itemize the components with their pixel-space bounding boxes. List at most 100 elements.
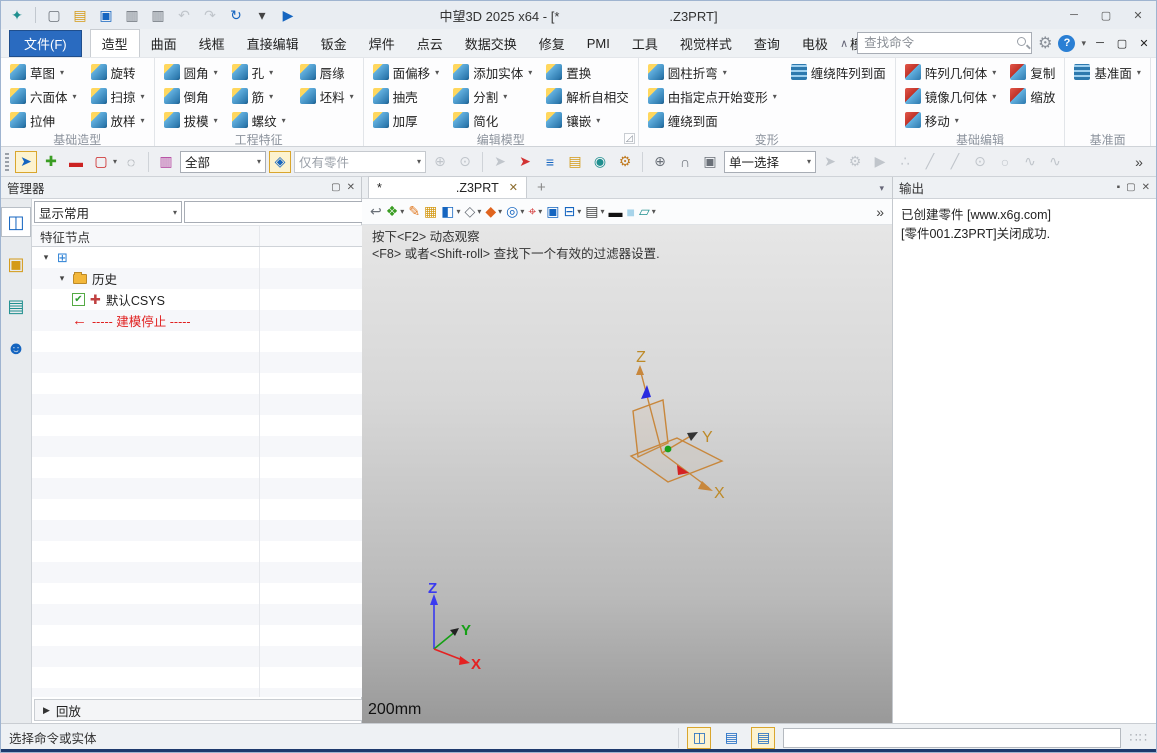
- pick-arrow-icon[interactable]: ➤: [15, 151, 37, 173]
- pick-target-icon[interactable]: ◈: [269, 151, 291, 173]
- ribbon-button[interactable]: 镜像几何体▾: [903, 84, 999, 108]
- manager-panel-toggle-icon[interactable]: ◫: [687, 727, 711, 749]
- doc-close-icon[interactable]: ✕: [1136, 37, 1152, 50]
- undo-icon[interactable]: ↶: [174, 5, 194, 25]
- globe-icon[interactable]: ◉: [589, 151, 611, 173]
- menu-tab-6[interactable]: 点云: [406, 29, 454, 57]
- user-tab-icon[interactable]: ☻: [1, 333, 31, 363]
- ribbon-button[interactable]: 缠绕到面: [646, 108, 779, 132]
- zoom-window-icon[interactable]: ◎: [506, 202, 518, 222]
- file-menu-button[interactable]: 文件(F): [9, 30, 82, 57]
- circle-icon[interactable]: ○: [994, 151, 1016, 173]
- curve-icon[interactable]: ∩: [674, 151, 696, 173]
- display-mode-icon[interactable]: ▤: [585, 202, 598, 222]
- doc-minimize-icon[interactable]: ─: [1092, 37, 1108, 49]
- ribbon-button[interactable]: 复制: [1008, 60, 1057, 84]
- ribbon-button[interactable]: 抽壳: [371, 84, 442, 108]
- regen-icon[interactable]: ↻: [226, 5, 246, 25]
- manager-close-icon[interactable]: ✕: [347, 182, 355, 193]
- ribbon-button[interactable]: 草图▾: [8, 60, 79, 84]
- origin-drag-handle[interactable]: [665, 446, 672, 453]
- remove-pick-icon[interactable]: ▬: [65, 151, 87, 173]
- ribbon-button[interactable]: 坯料▾: [298, 84, 356, 108]
- tree-search-input[interactable]: [184, 201, 371, 223]
- qat-caret-icon[interactable]: ▾: [252, 5, 272, 25]
- restore-icon[interactable]: ▢: [1092, 5, 1120, 25]
- document-tab[interactable]: * .Z3PRT ✕: [368, 176, 527, 198]
- menu-tab-1[interactable]: 曲面: [140, 29, 188, 57]
- ribbon-button[interactable]: 加厚: [371, 108, 442, 132]
- visibility-checkbox[interactable]: ✔: [72, 293, 85, 306]
- list-icon[interactable]: ≡: [539, 151, 561, 173]
- marquee-pick-icon[interactable]: ▢: [90, 151, 112, 173]
- ribbon-button[interactable]: 拔模▾: [162, 108, 220, 132]
- tree-filter-select[interactable]: 显示常用▾: [34, 201, 182, 223]
- toolbar-grip[interactable]: [5, 153, 9, 171]
- resize-grip[interactable]: ∷∷: [1129, 730, 1148, 746]
- ribbon-button[interactable]: 唇缘: [298, 60, 356, 84]
- print-icon[interactable]: ▥: [122, 5, 142, 25]
- menu-tab-13[interactable]: 电极: [791, 29, 839, 57]
- menu-tab-9[interactable]: PMI: [576, 29, 621, 57]
- ribbon-button[interactable]: 简化: [451, 108, 534, 132]
- minimize-icon[interactable]: ─: [1060, 5, 1088, 25]
- tab-list-icon[interactable]: ▾: [879, 183, 884, 194]
- chain-a-icon[interactable]: ⊕: [429, 151, 451, 173]
- menu-tab-3[interactable]: 直接编辑: [236, 29, 310, 57]
- ribbon-button[interactable]: 添加实体▾: [451, 60, 534, 84]
- ribbon-button[interactable]: 拉伸: [8, 108, 79, 132]
- circle-dot-icon[interactable]: ⊙: [969, 151, 991, 173]
- help-icon[interactable]: ?: [1058, 35, 1075, 52]
- ghost-arrow-icon[interactable]: ➤: [819, 151, 841, 173]
- rotate-view-icon[interactable]: ⌖: [528, 202, 536, 222]
- ribbon-button[interactable]: 孔▾: [230, 60, 288, 84]
- app-logo-icon[interactable]: ✦: [7, 5, 27, 25]
- output-pin-icon[interactable]: ▪: [1117, 182, 1121, 193]
- close-icon[interactable]: ✕: [1124, 5, 1152, 25]
- status-input[interactable]: [783, 728, 1121, 748]
- z-drag-handle[interactable]: [641, 385, 651, 399]
- open-file-icon[interactable]: ▤: [70, 5, 90, 25]
- ribbon-button[interactable]: 镶嵌▾: [544, 108, 631, 132]
- pick-red-icon[interactable]: ➤: [514, 151, 536, 173]
- ribbon-button[interactable]: 面偏移▾: [371, 60, 442, 84]
- section-view-icon[interactable]: ◆: [485, 202, 496, 222]
- menu-tab-12[interactable]: 查询: [743, 29, 791, 57]
- compass-icon[interactable]: ⊕: [649, 151, 671, 173]
- dots-icon[interactable]: ∴: [894, 151, 916, 173]
- background-bar-icon[interactable]: ▬: [609, 202, 623, 222]
- tree-row[interactable]: ←----- 建模停止 -----: [32, 310, 399, 331]
- wireframe-view-icon[interactable]: ◇: [465, 202, 476, 222]
- lasso-pick-icon[interactable]: ◌: [120, 151, 142, 173]
- background-color-icon[interactable]: ■: [627, 202, 635, 222]
- tree-row[interactable]: ✔✚默认CSYS: [32, 289, 399, 310]
- chain-b-icon[interactable]: ⊙: [454, 151, 476, 173]
- restore-view-icon[interactable]: ▦: [424, 202, 437, 222]
- wave-a-icon[interactable]: ∿: [1019, 151, 1041, 173]
- ribbon-button[interactable]: 圆柱折弯▾: [646, 60, 779, 84]
- ribbon-button[interactable]: 分割▾: [451, 84, 534, 108]
- clip-plane-icon[interactable]: ⊟: [564, 202, 576, 222]
- ribbon-button[interactable]: 倒角: [162, 84, 220, 108]
- ribbon-button[interactable]: 旋转: [89, 60, 147, 84]
- menu-tab-4[interactable]: 钣金: [310, 29, 358, 57]
- wave-b-icon[interactable]: ∿: [1044, 151, 1066, 173]
- view-manager-icon[interactable]: ❖: [386, 202, 399, 222]
- doc-restore-icon[interactable]: ▢: [1114, 37, 1130, 50]
- ribbon-button[interactable]: 螺纹▾: [230, 108, 288, 132]
- ribbon-button[interactable]: 由指定点开始变形▾: [646, 84, 779, 108]
- output-restore-icon[interactable]: ▢: [1126, 182, 1135, 193]
- new-file-icon[interactable]: ▢: [44, 5, 64, 25]
- filter-select[interactable]: 全部▾: [180, 151, 266, 173]
- fit-window-icon[interactable]: ▣: [546, 202, 559, 222]
- plane-box-icon[interactable]: ▣: [699, 151, 721, 173]
- gear-b-icon[interactable]: ⚙: [844, 151, 866, 173]
- menu-tab-7[interactable]: 数据交换: [454, 29, 528, 57]
- output-panel-toggle-icon[interactable]: ▤: [751, 727, 775, 749]
- line-a-icon[interactable]: ╱: [919, 151, 941, 173]
- output-close-icon[interactable]: ✕: [1142, 182, 1150, 193]
- run-icon[interactable]: ▶: [278, 5, 298, 25]
- new-tab-button[interactable]: +: [537, 179, 546, 198]
- gear-part-icon[interactable]: ⚙: [614, 151, 636, 173]
- save-icon[interactable]: ▣: [96, 5, 116, 25]
